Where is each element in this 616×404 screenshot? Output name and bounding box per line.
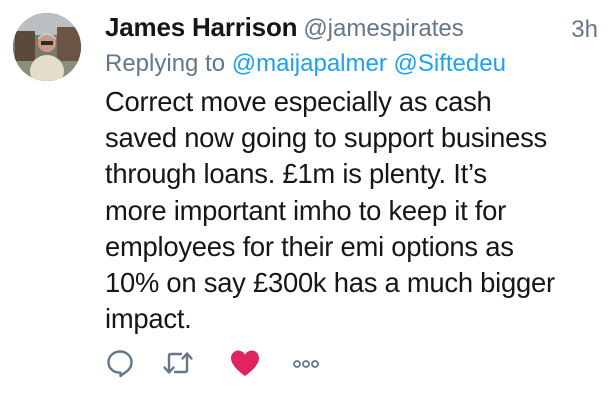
tweet-text: Correct move especially as cash saved no… bbox=[105, 84, 605, 337]
tweet-text-line: Correct move especially as cash bbox=[105, 86, 492, 117]
like-icon bbox=[231, 350, 259, 376]
tweet-actions bbox=[105, 346, 355, 382]
tweet-text-line: more important imho to keep it for bbox=[105, 194, 507, 226]
avatar[interactable] bbox=[13, 13, 81, 81]
retweet-button[interactable] bbox=[161, 346, 195, 380]
mention-link[interactable]: @maijapalmer bbox=[232, 50, 387, 77]
replying-to-label: Replying to bbox=[105, 50, 226, 77]
tweet-card[interactable]: James Harrison @jamespirates 3h Replying … bbox=[0, 0, 616, 404]
avatar-image bbox=[13, 13, 81, 81]
tweet-text-line: 10% on say £300k has a much bigger bbox=[105, 267, 555, 299]
timestamp[interactable]: 3h bbox=[571, 16, 598, 44]
tweet-content: James Harrison @jamespirates 3h Replying … bbox=[105, 12, 598, 337]
tweet-text-line: saved now going to support business bbox=[105, 122, 547, 154]
display-name[interactable]: James Harrison bbox=[105, 12, 298, 42]
replying-to: Replying to @maijapalmer @Siftedeu bbox=[105, 50, 598, 82]
reply-button[interactable] bbox=[103, 346, 137, 380]
user-handle[interactable]: @jamespirates bbox=[303, 15, 463, 42]
tweet-text-line: impact. bbox=[105, 303, 192, 335]
tweet-header: James Harrison @jamespirates 3h bbox=[105, 12, 598, 46]
tweet-text-line: employees for their emi options as bbox=[105, 230, 514, 262]
tweet-text-line: through loans. £1m is plenty. It’s bbox=[105, 158, 487, 190]
more-button[interactable] bbox=[289, 346, 323, 380]
retweet-icon bbox=[163, 352, 193, 374]
more-icon bbox=[293, 360, 319, 368]
reply-icon bbox=[107, 350, 133, 378]
mention-link[interactable]: @Siftedeu bbox=[394, 50, 506, 77]
like-button[interactable] bbox=[228, 346, 262, 380]
